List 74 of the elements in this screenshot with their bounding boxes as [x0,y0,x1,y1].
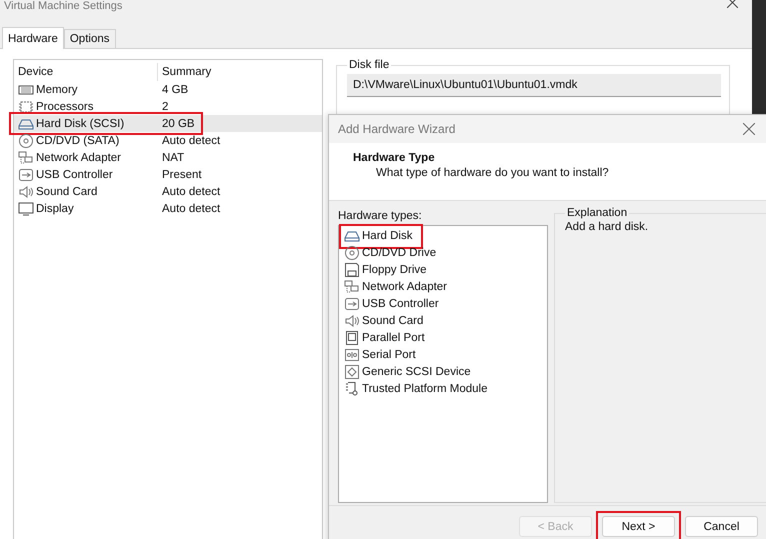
monitor-icon [18,200,34,216]
device-name: CD/DVD (SATA) [36,134,120,146]
column-header: Summary [157,63,212,81]
device-summary: 4 GB [161,84,188,96]
device-summary: Auto detect [161,134,220,146]
hardware-name: Network Adapter [362,280,448,292]
hardware-item[interactable]: Parallel Port [344,329,427,346]
group-label: Disk file [348,59,390,71]
disk-file-field[interactable]: D:\VMware\Linux\Ubuntu01\Ubuntu01.vmdk [347,74,721,97]
column-header: Device [17,66,54,78]
port-icon [344,346,360,362]
device-name: Memory [36,84,78,96]
close-icon[interactable] [743,123,755,135]
speaker-icon [18,184,34,200]
hardware-item[interactable]: Serial Port [344,346,418,363]
network-icon [344,278,360,294]
hardware-name: Floppy Drive [362,264,427,276]
dialog-title: Add Hardware Wizard [338,122,456,136]
device-row[interactable]: Memory 4 GB [14,81,322,98]
device-row[interactable]: Display Auto detect [14,200,322,217]
device-name: Hard Disk (SCSI) [36,118,124,130]
hardware-item[interactable]: Trusted Platform Module [344,380,490,397]
hardware-name: CD/DVD Drive [362,246,436,258]
list-label: Hardware types: [338,209,423,224]
diamond-icon [344,364,360,380]
hardware-name: Serial Port [362,348,416,360]
hardware-item[interactable]: Generic SCSI Device [344,363,473,380]
device-row[interactable]: USB Controller Present [14,166,322,183]
explanation-text: Add a hard disk. [565,221,648,233]
usb-icon [18,166,34,182]
device-name: Network Adapter [36,152,122,164]
hardware-item[interactable]: Network Adapter [344,278,450,295]
device-summary: Auto detect [161,202,220,214]
device-summary: Present [161,168,202,180]
hardware-name: Hard Disk [362,230,412,242]
device-summary: Auto detect [161,186,220,198]
speaker-icon [344,312,360,328]
wizard-button[interactable]: Next > [602,516,675,537]
device-name: Processors [36,100,94,112]
hardware-item[interactable]: Floppy Drive [344,261,429,278]
device-summary: 2 [161,100,168,112]
disc-icon [18,132,34,148]
device-row[interactable]: Sound Card Auto detect [14,183,322,200]
device-row[interactable]: Processors 2 [14,98,322,115]
device-row[interactable]: CD/DVD (SATA) Auto detect [14,132,322,149]
usb-icon [344,296,360,312]
hardware-name: Generic SCSI Device [362,366,471,378]
close-icon[interactable] [727,0,738,8]
network-icon [18,150,34,166]
hardware-name: Sound Card [362,314,424,326]
group-label: Explanation [566,207,628,219]
hardware-name: USB Controller [362,298,439,310]
device-name: USB Controller [36,168,113,180]
device-row[interactable]: Hard Disk (SCSI) 20 GB [14,115,322,132]
hardware-item[interactable]: USB Controller [344,295,441,312]
tab[interactable]: Hardware [2,27,64,49]
hardware-name: Trusted Platform Module [362,382,488,394]
step-heading: Hardware Type [353,152,436,164]
window-title: Virtual Machine Settings [4,0,122,12]
device-summary: 20 GB [161,118,195,130]
hardware-item[interactable]: Sound Card [344,312,426,329]
device-name: Sound Card [36,186,98,198]
hardware-item[interactable]: CD/DVD Drive [344,244,438,261]
wizard-button[interactable]: Cancel [685,516,758,537]
disc-icon [344,244,360,260]
device-row[interactable]: Network Adapter NAT [14,149,322,166]
floppy-icon [344,262,360,278]
device-summary: NAT [161,152,184,164]
device-name: Display [36,202,74,214]
hardware-name: Parallel Port [362,332,425,344]
port-icon [344,330,360,346]
tab[interactable]: Options [64,29,116,48]
step-description: What type of hardware do you want to install? [375,167,610,179]
hardware-item[interactable]: Hard Disk [344,227,414,244]
